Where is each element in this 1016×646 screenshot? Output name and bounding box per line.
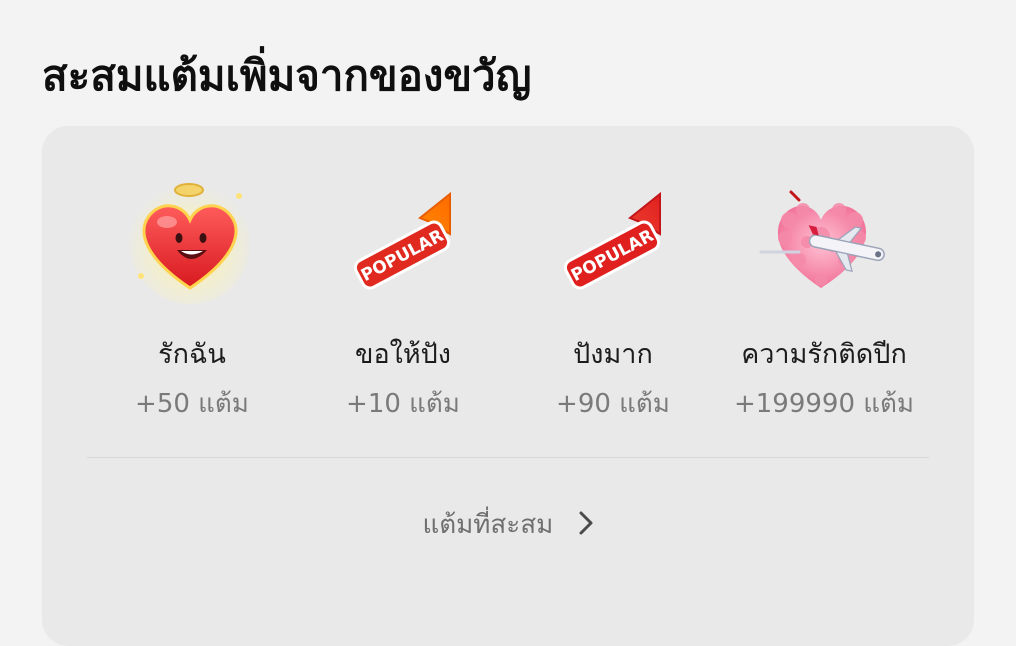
- gift-item-pang-mak[interactable]: POPULAR ปังมาก +90 แต้ม: [508, 176, 718, 422]
- chevron-right-icon: [579, 511, 593, 534]
- accumulated-points-link[interactable]: แต้มที่สะสม: [42, 506, 974, 544]
- gift-item-khwam-rak-tit-puek[interactable]: ความรักติดปีก +199990 แต้ม: [719, 176, 929, 422]
- smiling-heart-icon: [130, 183, 250, 304]
- divider: [87, 457, 929, 458]
- page-title: สะสมแต้มเพิ่มจากของขวัญ: [42, 51, 532, 100]
- popular-arrow-icon: POPULAR: [563, 191, 661, 290]
- gift-item-kho-hai-pang[interactable]: POPULAR ขอให้ปัง +10 แต้ม: [298, 176, 508, 422]
- gift-points-card: รักฉัน +50 แต้ม POPULAR ขอให้ปัง +10 แต้…: [42, 126, 974, 646]
- gift-points: +10 แต้ม: [346, 389, 460, 419]
- gift-points: +50 แต้ม: [135, 389, 249, 419]
- fluffy-heart-airplane-icon: [759, 190, 885, 288]
- popular-arrow-icon: POPULAR: [353, 191, 451, 290]
- gift-item-rak-chan[interactable]: รักฉัน +50 แต้ม: [87, 176, 297, 422]
- accumulated-points-label: แต้มที่สะสม: [422, 510, 554, 540]
- gift-name: ปังมาก: [573, 339, 653, 370]
- gift-points: +90 แต้ม: [556, 389, 670, 419]
- gift-name: ขอให้ปัง: [355, 339, 451, 370]
- gift-points: +199990 แต้ม: [733, 389, 915, 419]
- gift-name: ความรักติดปีก: [741, 339, 907, 370]
- gift-name: รักฉัน: [158, 339, 226, 370]
